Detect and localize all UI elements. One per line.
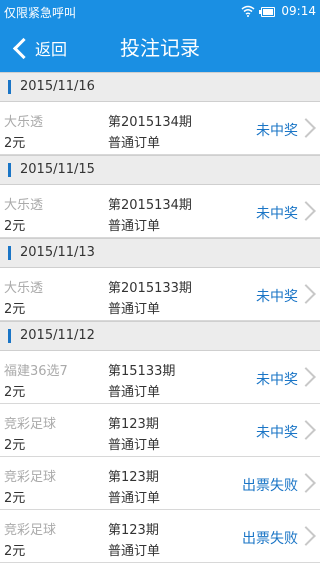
- record-row[interactable]: 竞彩足球 2元 第123期普通订单 未中奖: [0, 404, 320, 457]
- lottery-name: 大乐透: [4, 198, 44, 213]
- date-header: 2015/11/12: [0, 321, 320, 351]
- page-title: 投注记录: [120, 36, 200, 60]
- order-type: 普通订单: [108, 219, 161, 234]
- status-bar-right: 09:14: [241, 4, 316, 18]
- record-list[interactable]: 2015/11/16 大乐透 2元 第2015134期 普通订单 未中奖 2015/11/1…: [0, 72, 320, 563]
- issue-number: 第123期: [108, 523, 159, 538]
- date-header-marker: [8, 163, 11, 177]
- date-header-marker: [8, 80, 11, 94]
- issue-number: 第123期: [108, 417, 159, 432]
- lottery-name: 竞彩足球: [4, 470, 57, 485]
- result-status: 未中奖: [256, 372, 298, 388]
- issue-number: 第15133期: [108, 364, 176, 379]
- chevron-right-icon: [296, 473, 316, 493]
- bet-amount: 2元: [4, 438, 26, 453]
- order-type: 普通订单: [108, 544, 161, 559]
- record-row[interactable]: 福建36选7 2元 第15133期 普通订单 未中奖: [0, 351, 320, 404]
- order-type: 普通订单: [108, 136, 161, 151]
- status-bar: 仅限紧急呼叫 09:14: [0, 0, 320, 24]
- issue-number: 第123期: [108, 470, 159, 485]
- order-type: 普通订单: [108, 491, 161, 506]
- chevron-right-icon: [296, 526, 316, 546]
- battery-icon: [259, 6, 276, 17]
- lottery-name: 大乐透: [4, 281, 44, 296]
- date-label: 2015/11/15: [20, 162, 95, 177]
- lottery-name: 福建36选7: [4, 364, 68, 379]
- chevron-right-icon: [296, 420, 316, 440]
- date-header: 2015/11/13: [0, 238, 320, 268]
- bet-amount: 2元: [4, 136, 26, 151]
- bet-amount: 2元: [4, 544, 26, 559]
- order-type: 普通订单: [108, 385, 161, 400]
- issue-number: 第2015134期: [108, 115, 192, 130]
- result-status: 未中奖: [256, 425, 298, 441]
- bet-amount: 2元: [4, 491, 26, 506]
- result-status: 出票失败: [242, 531, 298, 547]
- lottery-name: 大乐透: [4, 115, 44, 130]
- chevron-right-icon: [296, 118, 316, 138]
- chevron-right-icon: [296, 201, 316, 221]
- bet-amount: 2元: [4, 302, 26, 317]
- record-row[interactable]: 大乐透 2元 第2015133期 普通订单 未中奖: [0, 268, 320, 321]
- status-bar-carrier-text: 仅限紧急呼叫: [4, 6, 77, 20]
- result-status: 出票失败: [242, 478, 298, 494]
- date-label: 2015/11/12: [20, 328, 95, 343]
- date-header: 2015/11/16: [0, 72, 320, 102]
- date-header-marker: [8, 246, 11, 260]
- bet-amount: 2元: [4, 219, 26, 234]
- nav-bar: 返回 投注记录: [0, 24, 320, 72]
- order-type: 普通订单: [108, 438, 161, 453]
- date-label: 2015/11/13: [20, 245, 95, 260]
- date-label: 2015/11/16: [20, 79, 95, 94]
- record-row[interactable]: 竞彩足球 2元 第123期普通订单 出票失败: [0, 457, 320, 510]
- lottery-name: 竞彩足球: [4, 523, 57, 538]
- result-status: 未中奖: [256, 123, 298, 139]
- chevron-right-icon: [296, 367, 316, 387]
- issue-number: 第2015134期: [108, 198, 192, 213]
- result-status: 未中奖: [256, 289, 298, 305]
- record-row[interactable]: 大乐透 2元 第2015134期 普通订单 未中奖: [0, 185, 320, 238]
- record-row[interactable]: 竞彩足球 2元 第123期普通订单 出票失败: [0, 510, 320, 563]
- status-bar-time: 09:14: [281, 4, 316, 18]
- bet-amount: 2元: [4, 385, 26, 400]
- lottery-name: 竞彩足球: [4, 417, 57, 432]
- result-status: 未中奖: [256, 206, 298, 222]
- issue-number: 第2015133期: [108, 281, 192, 296]
- wifi-icon: [241, 5, 255, 17]
- date-header: 2015/11/15: [0, 155, 320, 185]
- chevron-right-icon: [296, 284, 316, 304]
- date-header-marker: [8, 329, 11, 343]
- record-row[interactable]: 大乐透 2元 第2015134期 普通订单 未中奖: [0, 102, 320, 155]
- order-type: 普通订单: [108, 302, 161, 317]
